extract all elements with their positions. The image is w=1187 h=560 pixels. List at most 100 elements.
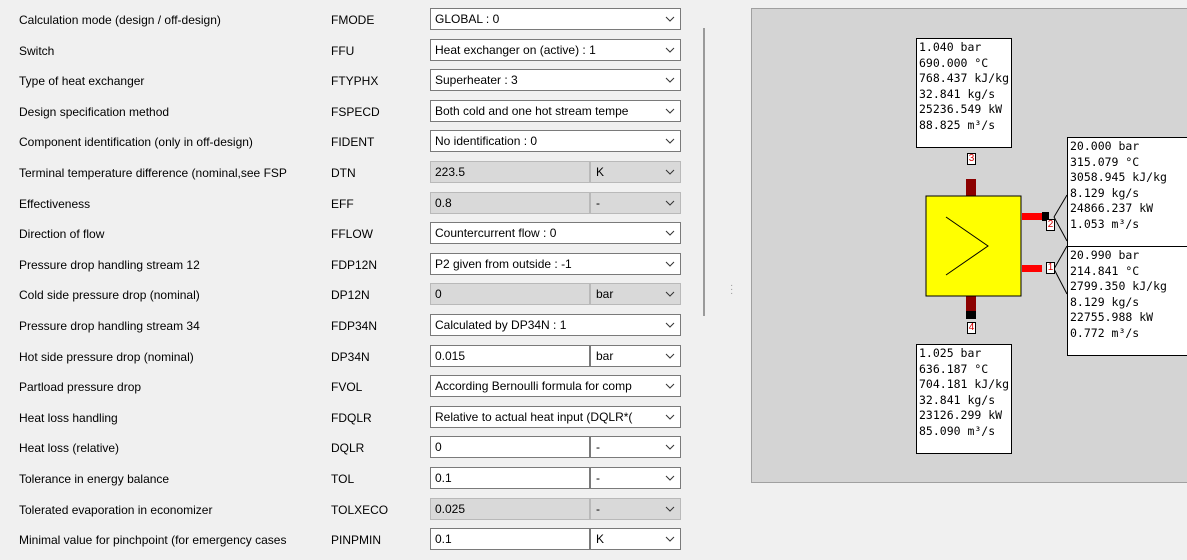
property-label: Heat loss (relative) <box>19 441 120 456</box>
dp12n-value-field[interactable]: 0 <box>430 283 590 306</box>
property-label: Heat loss handling <box>19 410 118 425</box>
property-label: Effectiveness <box>19 196 91 211</box>
property-row-eff: Effectiveness EFF 0.8 - <box>0 189 690 220</box>
chevron-down-icon[interactable] <box>664 379 676 393</box>
chevron-down-icon[interactable] <box>664 226 676 240</box>
dp34n-unit-select[interactable]: bar <box>590 344 681 367</box>
fflow-select[interactable]: Countercurrent flow : 0 <box>430 222 681 245</box>
fmode-select[interactable]: GLOBAL : 0 <box>430 8 681 30</box>
tolxeco-value-field[interactable]: 0.025 <box>430 497 590 520</box>
chevron-down-icon[interactable] <box>664 196 676 210</box>
field-value: 0.8 <box>435 195 452 210</box>
port3-temperature: 690.000 °C <box>919 55 989 70</box>
hot-outlet-pipe-end <box>966 311 976 319</box>
property-label: Minimal value for pinchpoint (for emerge… <box>19 533 287 548</box>
property-label: Cold side pressure drop (nominal) <box>19 288 200 303</box>
chevron-down-icon[interactable] <box>664 12 676 26</box>
chevron-down-icon[interactable] <box>664 471 676 485</box>
port4-power: 23126.299 kW <box>919 408 1003 422</box>
chevron-down-icon[interactable] <box>664 318 676 332</box>
property-code: FIDENT <box>331 135 375 150</box>
fdqlr-select[interactable]: Relative to actual heat input (DQLR*( <box>430 405 681 428</box>
tol-unit-select[interactable]: - <box>590 467 681 489</box>
port4-label[interactable]: 4 <box>967 322 976 334</box>
property-code: FSPECD <box>331 104 380 119</box>
selected-value: Countercurrent flow : 0 <box>435 226 557 241</box>
property-row-dtn: Terminal temperature difference (nominal… <box>0 158 690 189</box>
chevron-down-icon[interactable] <box>664 410 676 424</box>
port3-label[interactable]: 3 <box>967 153 976 165</box>
port1-label[interactable]: 1 <box>1046 262 1055 274</box>
chevron-down-icon[interactable] <box>664 502 676 516</box>
property-label: Hot side pressure drop (nominal) <box>19 349 194 364</box>
property-row-fflow: Direction of flow FFLOW Countercurrent flo… <box>0 219 690 250</box>
property-code: FFLOW <box>331 227 373 242</box>
fdp34n-select[interactable]: Calculated by DP34N : 1 <box>430 314 681 336</box>
ftyphx-select[interactable]: Superheater : 3 <box>430 69 681 92</box>
panel-splitter[interactable] <box>703 28 705 316</box>
cold-inlet-pipe <box>1022 265 1042 272</box>
dqlr-unit-select[interactable]: - <box>590 436 681 459</box>
property-row-ffu: Switch FFU Heat exchanger on (active) : 1 <box>0 36 690 67</box>
port2-label[interactable]: 2 <box>1046 219 1055 231</box>
chevron-down-icon[interactable] <box>664 165 676 179</box>
port3-massflow: 32.841 kg/s <box>919 86 996 101</box>
fident-select[interactable]: No identification : 0 <box>430 130 681 153</box>
dtn-value-field[interactable]: 223.5 <box>430 161 590 183</box>
property-label: Pressure drop handling stream 12 <box>19 257 200 272</box>
selected-value: Superheater : 3 <box>435 73 518 88</box>
property-code: FDQLR <box>331 410 372 425</box>
port1-leader-line-2 <box>1053 268 1068 295</box>
unit-value: K <box>596 532 605 547</box>
chevron-down-icon[interactable] <box>664 73 676 87</box>
field-value: 0.1 <box>435 532 452 547</box>
tol-value-field[interactable]: 0.1 <box>430 467 590 489</box>
property-code: FFU <box>331 43 355 58</box>
port4-pressure: 1.025 bar <box>919 346 982 360</box>
fspecd-select[interactable]: Both cold and one hot stream tempe <box>430 99 681 122</box>
port4-values: 1.025 bar 636.187 °C 704.181 kJ/kg 32.84… <box>916 344 1012 454</box>
eff-value-field[interactable]: 0.8 <box>430 191 590 214</box>
property-row-dp34n: Hot side pressure drop (nominal) DP34N 0.0… <box>0 342 690 373</box>
chevron-down-icon[interactable] <box>664 104 676 118</box>
field-value: 0.1 <box>435 471 452 485</box>
port4-temperature: 636.187 °C <box>919 361 989 376</box>
unit-value: - <box>596 440 600 455</box>
dtn-unit-select[interactable]: K <box>590 161 681 183</box>
fdp12n-select[interactable]: P2 given from outside : -1 <box>430 252 681 275</box>
selected-value: Both cold and one hot stream tempe <box>435 103 629 118</box>
chevron-down-icon[interactable] <box>664 287 676 301</box>
property-code: TOL <box>331 472 355 486</box>
dp12n-unit-select[interactable]: bar <box>590 283 681 306</box>
selected-value: No identification : 0 <box>435 134 538 149</box>
fvol-select[interactable]: According Bernoulli formula for comp <box>430 375 681 398</box>
chevron-down-icon[interactable] <box>664 134 676 148</box>
port1-temperature: 214.841 °C <box>1070 263 1140 278</box>
port1-volumeflow: 0.772 m³/s <box>1070 325 1140 340</box>
property-row-dqlr: Heat loss (relative) DQLR 0 - <box>0 433 690 464</box>
property-label: Partload pressure drop <box>19 380 142 395</box>
field-value: 223.5 <box>435 165 466 179</box>
heat-exchanger-body[interactable] <box>925 195 1022 297</box>
property-label: Component identification (only in off-de… <box>19 135 253 150</box>
port3-enthalpy: 768.437 kJ/kg <box>919 71 1010 85</box>
chevron-down-icon[interactable] <box>664 257 676 271</box>
properties-panel: Calculation mode (design / off-design) FM… <box>0 0 690 560</box>
dp34n-value-field[interactable]: 0.015 <box>430 344 590 367</box>
property-code: DP12N <box>331 288 370 303</box>
pinpmin-value-field[interactable]: 0.1 <box>430 528 590 551</box>
splitter-grip-icon[interactable]: · · · <box>730 281 733 299</box>
port2-temperature: 315.079 °C <box>1070 154 1140 169</box>
chevron-down-icon[interactable] <box>664 440 676 454</box>
property-code: FTYPHX <box>331 74 379 89</box>
chevron-down-icon[interactable] <box>664 43 676 57</box>
ffu-select[interactable]: Heat exchanger on (active) : 1 <box>430 38 681 61</box>
chevron-down-icon[interactable] <box>664 349 676 363</box>
port2-enthalpy: 3058.945 kJ/kg <box>1070 170 1167 184</box>
unit-value: - <box>596 501 600 516</box>
pinpmin-unit-select[interactable]: K <box>590 528 681 551</box>
chevron-down-icon[interactable] <box>664 532 676 546</box>
tolxeco-unit-select[interactable]: - <box>590 497 681 520</box>
eff-unit-select[interactable]: - <box>590 191 681 214</box>
dqlr-value-field[interactable]: 0 <box>430 436 590 459</box>
